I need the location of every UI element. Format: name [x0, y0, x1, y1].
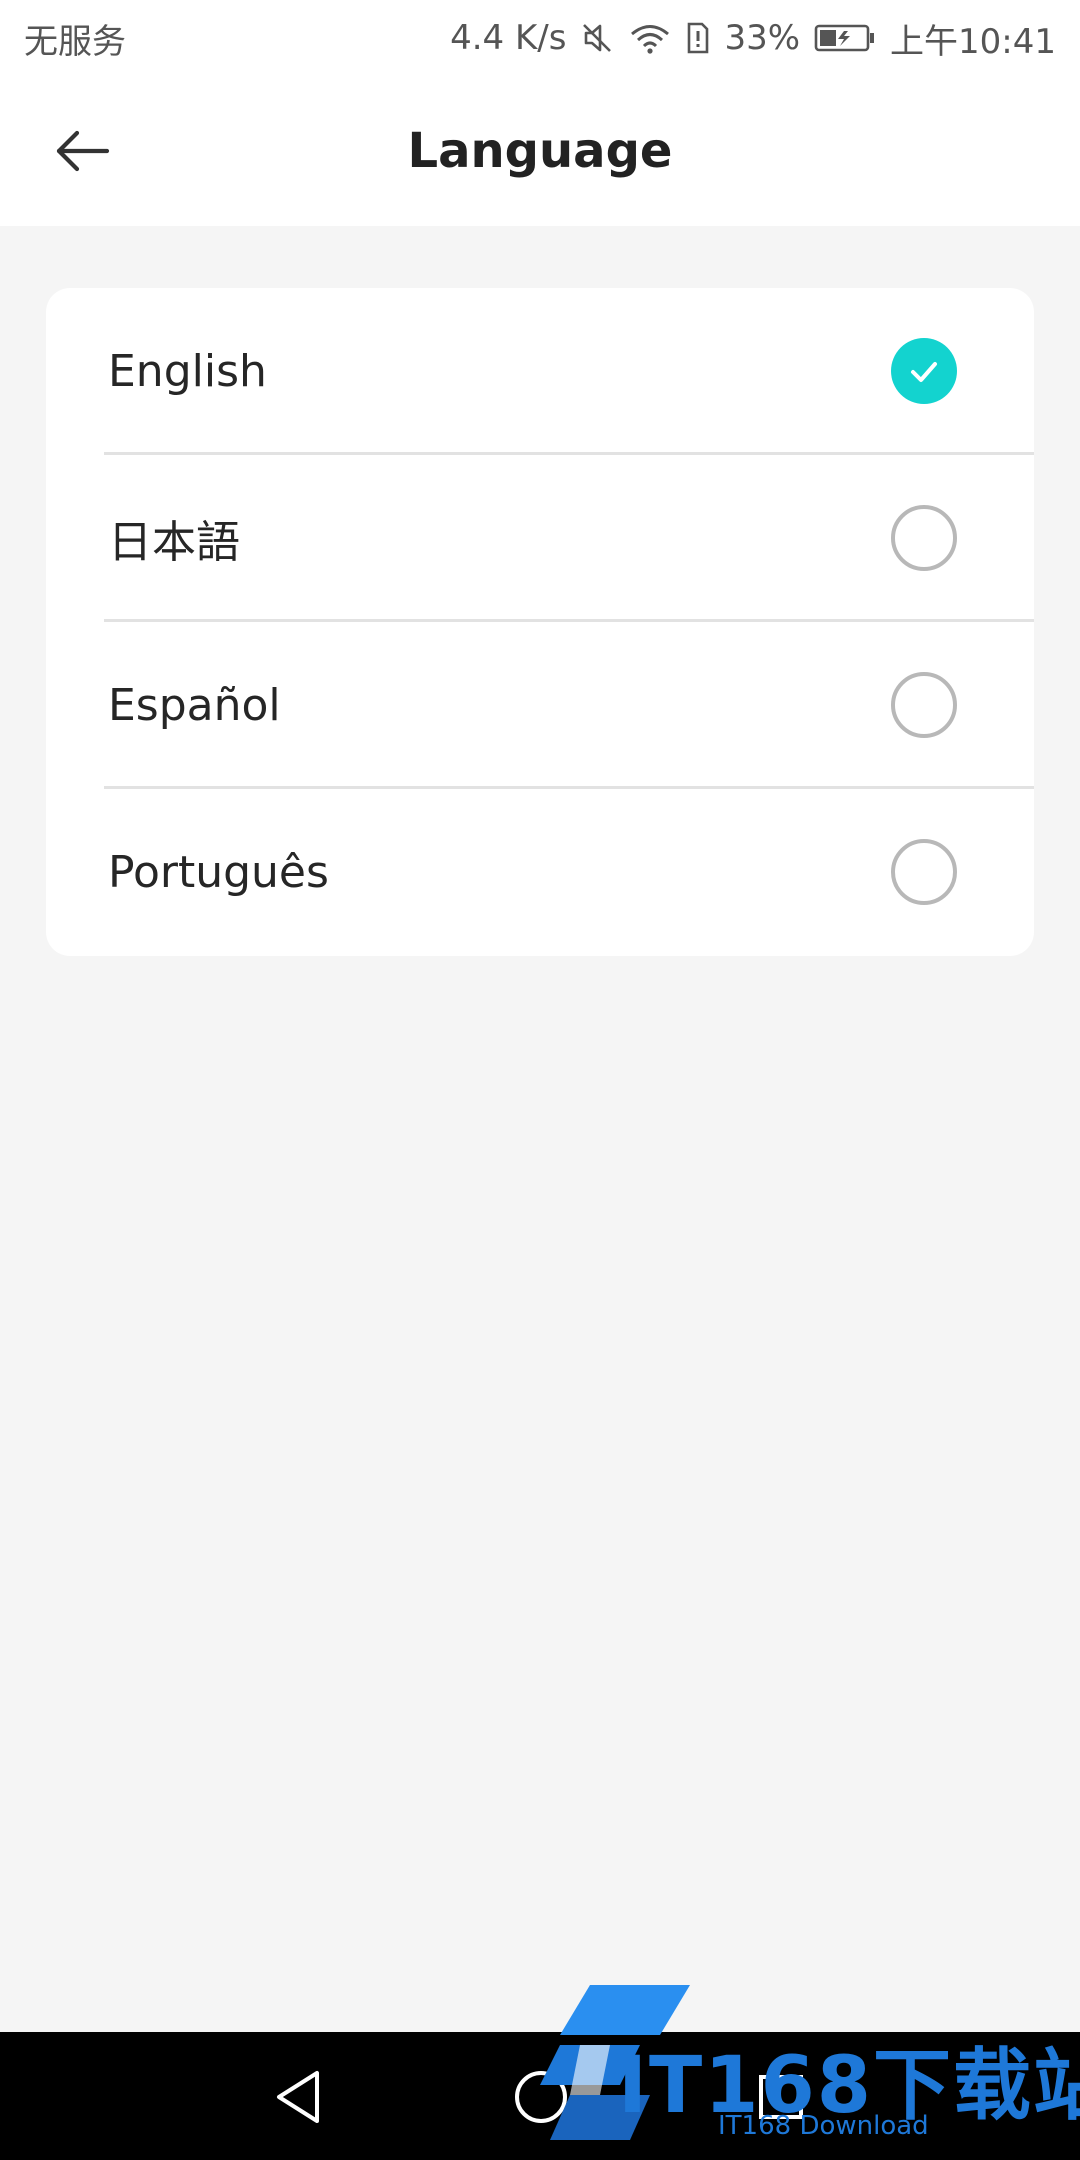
battery-icon — [814, 23, 876, 53]
radio-unchecked-icon[interactable] — [891, 839, 957, 905]
status-bar: 无服务 4.4 K/s 33% 上午10:41 — [0, 0, 1080, 76]
battery-percent: 33% — [724, 18, 801, 58]
system-nav-bar — [0, 2032, 1080, 2160]
language-label: English — [108, 345, 267, 397]
nav-recents-button[interactable] — [736, 2052, 826, 2142]
clock: 上午10:41 — [890, 21, 1056, 62]
nav-home-icon — [515, 2071, 567, 2123]
language-label: Español — [108, 679, 281, 731]
language-list: English 日本語 Español Português — [46, 288, 1034, 956]
radio-unchecked-icon[interactable] — [891, 505, 957, 571]
page-title: Language — [407, 123, 673, 179]
nav-home-button[interactable] — [496, 2052, 586, 2142]
checkmark-icon[interactable] — [891, 338, 957, 404]
app-header: Language — [0, 76, 1080, 226]
sim-icon — [686, 21, 710, 55]
radio-unchecked-icon[interactable] — [891, 672, 957, 738]
wifi-icon — [628, 21, 672, 55]
language-label: 日本語 — [108, 517, 240, 568]
language-option-portuguese[interactable]: Português — [46, 789, 1034, 955]
mute-icon — [580, 21, 614, 55]
nav-back-button[interactable] — [254, 2052, 344, 2142]
network-speed: 4.4 K/s — [450, 18, 567, 58]
nav-recents-icon — [759, 2075, 803, 2119]
language-option-spanish[interactable]: Español — [46, 622, 1034, 788]
language-option-english[interactable]: English — [46, 288, 1034, 454]
carrier-label: 无服务 — [24, 21, 126, 62]
language-label: Português — [108, 846, 329, 898]
nav-back-icon — [277, 2071, 319, 2123]
language-option-japanese[interactable]: 日本語 — [46, 455, 1034, 621]
